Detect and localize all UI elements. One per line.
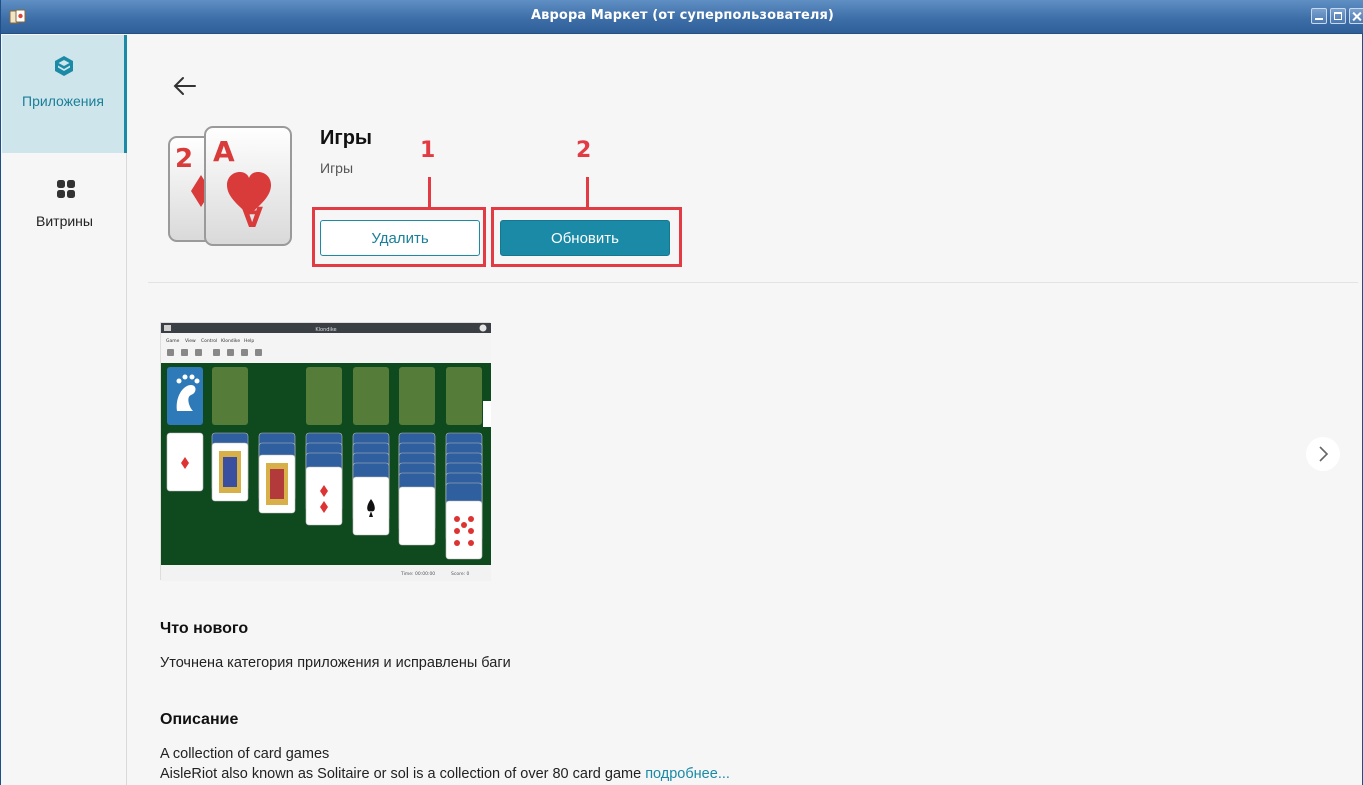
description-heading: Описание: [160, 711, 239, 728]
screenshot-menu-1: View: [185, 338, 196, 344]
screenshot-menu-0: Game: [166, 338, 180, 344]
screenshot-menu-4: Help: [244, 338, 254, 344]
read-more-link[interactable]: подробнее...: [645, 766, 730, 782]
section-divider: [148, 282, 1358, 283]
annotation-number-2: 2: [576, 138, 592, 163]
grid-icon: [57, 180, 75, 198]
sidebar-item-label: Витрины: [36, 213, 93, 229]
back-arrow-icon[interactable]: [172, 73, 198, 99]
cards-app-icon: 2 A A: [168, 126, 292, 246]
minimize-icon[interactable]: [1311, 8, 1327, 24]
whats-new-heading: Что нового: [160, 620, 249, 637]
description-line-2-text: AisleRiot also known as Solitaire or sol…: [160, 766, 642, 782]
sidebar: Приложения Витрины: [2, 35, 127, 785]
chevron-right-icon[interactable]: [1306, 437, 1340, 471]
description-line-1: A collection of card games: [160, 746, 330, 762]
cube-icon: [55, 56, 73, 76]
screenshot-status-time: Time: 00:00:00: [400, 571, 435, 577]
screenshot-menu-3: Klondike: [221, 338, 240, 344]
sidebar-item-showcases[interactable]: Витрины: [2, 173, 127, 243]
svg-text:A: A: [241, 200, 263, 233]
annotation-box-remove: [312, 207, 486, 267]
svg-text:A: A: [213, 135, 235, 168]
annotation-number-1: 1: [420, 138, 436, 163]
annotation-box-update: [491, 207, 682, 267]
app-window: Аврора Маркет (от суперпользователя) При…: [0, 0, 1363, 785]
chevron-left-icon[interactable]: [176, 439, 198, 461]
annotation-line-2: [586, 177, 589, 209]
app-title: Игры: [320, 127, 373, 149]
svg-text:2: 2: [175, 144, 193, 174]
screenshot-menu-2: Control: [201, 338, 217, 344]
annotation-line-1: [428, 177, 431, 209]
description-line-2: AisleRiot also known as Solitaire or sol…: [160, 766, 730, 782]
window-title: Аврора Маркет (от суперпользователя): [531, 8, 834, 23]
maximize-icon[interactable]: [1330, 8, 1346, 24]
whats-new-text: Уточнена категория приложения и исправле…: [160, 655, 511, 671]
sidebar-item-apps[interactable]: Приложения: [2, 35, 127, 153]
close-icon[interactable]: [1349, 8, 1363, 24]
title-bar[interactable]: Аврора Маркет (от суперпользователя): [1, 0, 1363, 34]
screenshot-status-score: Score: 0: [451, 571, 470, 577]
klondike-screenshot-image: Klondike Game View Control Klondike Help: [161, 323, 491, 581]
app-screenshot[interactable]: Klondike Game View Control Klondike Help: [160, 322, 491, 581]
sidebar-item-label: Приложения: [22, 93, 104, 109]
main-content: 2 A A Игры Игры Удалить Обновить 1 2 Klo…: [128, 35, 1363, 785]
screenshot-window-title: Klondike: [315, 327, 336, 333]
app-category: Игры: [320, 160, 354, 176]
